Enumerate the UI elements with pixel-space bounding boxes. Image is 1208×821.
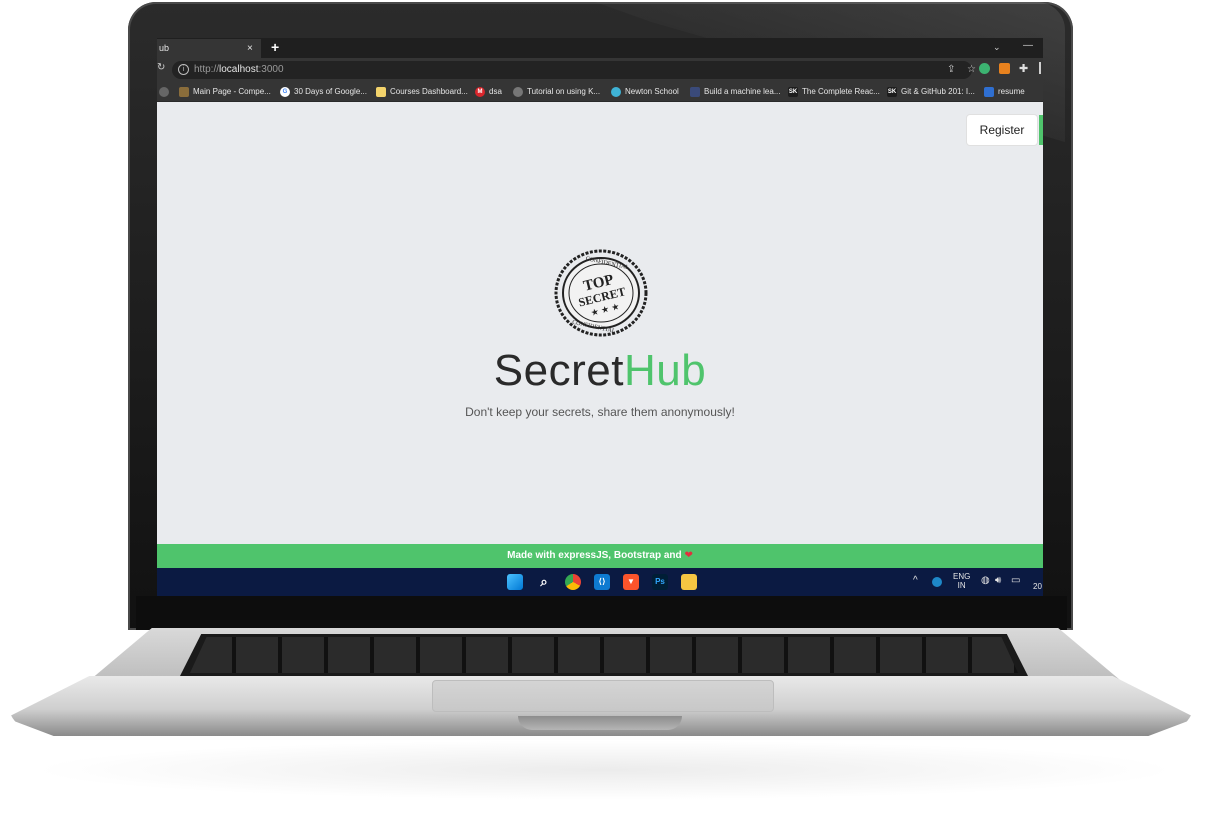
new-tab-icon[interactable]: + <box>271 38 279 57</box>
globe-icon <box>513 86 523 97</box>
extension-metamask-icon[interactable] <box>999 63 1010 74</box>
bookmark-item[interactable]: Build a machine lea... <box>690 82 781 101</box>
tagline: Don't keep your secrets, share them anon… <box>465 405 735 419</box>
lid-notch <box>518 716 682 730</box>
newton-icon <box>611 86 621 97</box>
tray-overflow-icon[interactable]: ^ <box>913 576 918 586</box>
windows-start-icon[interactable] <box>507 574 523 590</box>
screen-bezel <box>136 596 1067 630</box>
trackpad <box>432 680 774 712</box>
extension-edge-icon[interactable] <box>979 63 990 74</box>
laptop-mockup: ub × + ⌄ — ↻ i http://localhost:3000 ⇪ ☆… <box>0 0 1208 821</box>
screen: ub × + ⌄ — ↻ i http://localhost:3000 ⇪ ☆… <box>157 38 1043 596</box>
photoshop-icon[interactable]: Ps <box>652 574 668 590</box>
top-secret-stamp-logo: CONFIDENTIAL CONFIDENTIAL TOP SECRET ★ ★… <box>554 249 648 337</box>
bookmark-item[interactable]: M dsa <box>475 82 502 101</box>
bookmark-star-icon[interactable]: ☆ <box>967 64 976 75</box>
footer-text: Made with expressJS, Bootstrap and <box>507 550 682 561</box>
heart-icon: ❤ <box>684 550 693 561</box>
network-icon[interactable]: ◍ <box>981 576 990 586</box>
bookmark-item[interactable]: Main Page - Compe... <box>179 82 271 101</box>
address-bar[interactable]: i http://localhost:3000 ⇪ ☆ <box>172 61 976 79</box>
brave-icon[interactable]: ▼ <box>623 574 639 590</box>
url-text[interactable]: http://localhost:3000 <box>194 61 284 79</box>
site-icon <box>179 86 189 97</box>
clock-text[interactable]: 20 <box>1033 582 1042 591</box>
bookmark-overflow-icon[interactable] <box>159 82 173 101</box>
windows-taskbar: ⌕ ⟨⟩ ▼ Ps ^ ENG IN ◍ 🔊︎ ▭ 20 <box>157 568 1043 596</box>
web-page: Register CONFIDENTIAL CONFIDENTIAL TOP S… <box>157 102 1043 544</box>
battery-icon[interactable]: ▭ <box>1011 576 1020 586</box>
bookmark-item[interactable]: Courses Dashboard... <box>376 82 468 101</box>
bookmark-item[interactable]: Newton School <box>611 82 679 101</box>
site-icon: SK <box>788 86 798 97</box>
minimize-icon[interactable]: — <box>1023 38 1033 54</box>
bookmark-item[interactable]: SK Git & GitHub 201: I... <box>887 82 975 101</box>
reload-icon[interactable]: ↻ <box>157 62 165 73</box>
vscode-icon[interactable]: ⟨⟩ <box>594 574 610 590</box>
laptop-shadow <box>30 740 1180 800</box>
site-icon: SK <box>887 86 897 97</box>
dsa-icon: M <box>475 86 485 97</box>
search-icon[interactable]: ⌕ <box>536 574 552 590</box>
bookmark-item[interactable]: SK The Complete Reac... <box>788 82 880 101</box>
language-indicator[interactable]: ENG IN <box>953 572 970 590</box>
google-icon: G <box>280 86 290 97</box>
browser-menu-icon[interactable] <box>1039 62 1041 74</box>
tray-app-icon[interactable] <box>932 577 942 587</box>
bookmark-item[interactable]: resume <box>984 82 1025 101</box>
register-accent <box>1039 115 1043 145</box>
tab-title: ub <box>159 43 170 53</box>
bookmark-item[interactable]: Tutorial on using K... <box>513 82 600 101</box>
browser-tabbar: ub × + ⌄ — <box>157 38 1043 58</box>
bookmark-item[interactable]: G 30 Days of Google... <box>280 82 367 101</box>
tab-search-icon[interactable]: ⌄ <box>993 38 1001 56</box>
browser-toolbar: ↻ i http://localhost:3000 ⇪ ☆ ✚ <box>157 58 1043 82</box>
folder-icon <box>376 86 386 97</box>
keyboard-keys <box>190 637 1018 673</box>
extensions-puzzle-icon[interactable]: ✚ <box>1019 62 1028 75</box>
site-icon <box>690 86 700 97</box>
chrome-icon[interactable] <box>565 574 581 590</box>
page-footer: Made with expressJS, Bootstrap and ❤ <box>157 544 1043 568</box>
browser-tab[interactable]: ub × <box>157 39 261 58</box>
file-explorer-icon[interactable] <box>681 574 697 590</box>
close-tab-icon[interactable]: × <box>247 39 253 58</box>
share-icon[interactable]: ⇪ <box>947 64 955 75</box>
doc-icon <box>984 86 994 97</box>
brand-title: SecretHub <box>493 346 707 395</box>
site-info-icon[interactable]: i <box>178 64 189 75</box>
volume-icon[interactable]: 🔊︎ <box>995 576 1001 586</box>
bookmarks-bar: Main Page - Compe... G 30 Days of Google… <box>157 82 1043 102</box>
register-button[interactable]: Register <box>967 115 1037 145</box>
